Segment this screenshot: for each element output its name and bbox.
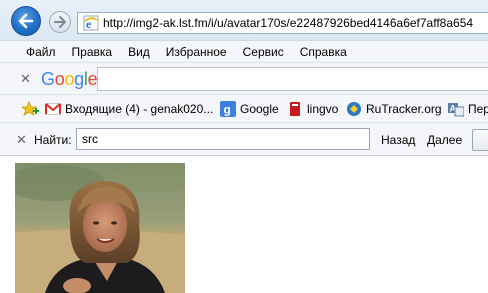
- favorites-bar: Входящие (4) - genak020... g Google ling…: [0, 94, 488, 122]
- favorite-rutracker[interactable]: RuTracker.org: [346, 101, 442, 117]
- ie-page-icon: e: [83, 15, 99, 31]
- favorite-gmail[interactable]: Входящие (4) - genak020...: [45, 101, 213, 117]
- forward-button[interactable]: [49, 11, 71, 33]
- portrait-photo: [15, 163, 185, 293]
- back-button[interactable]: [11, 6, 41, 36]
- google-icon: g: [220, 101, 236, 117]
- google-toolbar: ✕ Google: [0, 62, 488, 94]
- address-bar[interactable]: e http://img2-ak.lst.fm/i/u/avatar170s/e…: [77, 12, 488, 34]
- close-toolbar-icon[interactable]: ✕: [20, 72, 31, 85]
- menu-help[interactable]: Справка: [300, 45, 347, 59]
- find-label: Найти:: [34, 133, 72, 147]
- arrow-left-icon: [18, 13, 34, 29]
- find-options-button[interactable]: [472, 129, 488, 151]
- favorite-label: RuTracker.org: [366, 102, 442, 116]
- favorite-google[interactable]: g Google: [220, 101, 279, 117]
- translate-icon: A: [448, 101, 464, 117]
- svg-text:g: g: [224, 103, 231, 117]
- favorite-label: Google: [240, 102, 279, 116]
- menu-bar: Файл Правка Вид Избранное Сервис Справка: [0, 40, 488, 62]
- google-search-input[interactable]: [97, 67, 488, 91]
- google-logo: Google: [41, 69, 98, 89]
- add-favorite-button[interactable]: [22, 101, 40, 117]
- star-add-icon: [22, 101, 39, 116]
- favorite-label: Входящие (4) - genak020...: [65, 102, 214, 116]
- menu-file[interactable]: Файл: [26, 45, 56, 59]
- address-url: http://img2-ak.lst.fm/i/u/avatar170s/e22…: [103, 16, 474, 30]
- favorite-translate[interactable]: A Пер: [448, 101, 488, 117]
- menu-tools[interactable]: Сервис: [243, 45, 284, 59]
- menu-view[interactable]: Вид: [128, 45, 150, 59]
- favorite-label: lingvo: [307, 102, 339, 116]
- gmail-icon: [45, 101, 61, 117]
- lingvo-icon: [287, 101, 303, 117]
- menu-edit[interactable]: Правка: [72, 45, 113, 59]
- find-previous-button[interactable]: Назад: [381, 133, 415, 147]
- rutracker-icon: [346, 101, 362, 117]
- favorite-label: Пер: [468, 102, 488, 116]
- find-next-button[interactable]: Далее: [427, 133, 462, 147]
- arrow-right-icon: [54, 16, 66, 28]
- page-content: [0, 156, 488, 293]
- close-find-icon[interactable]: ✕: [16, 133, 27, 146]
- favorite-lingvo[interactable]: lingvo: [287, 101, 338, 117]
- menu-favorites[interactable]: Избранное: [166, 45, 227, 59]
- find-bar: ✕ Найти: Назад Далее: [0, 122, 488, 156]
- find-input[interactable]: [76, 128, 370, 150]
